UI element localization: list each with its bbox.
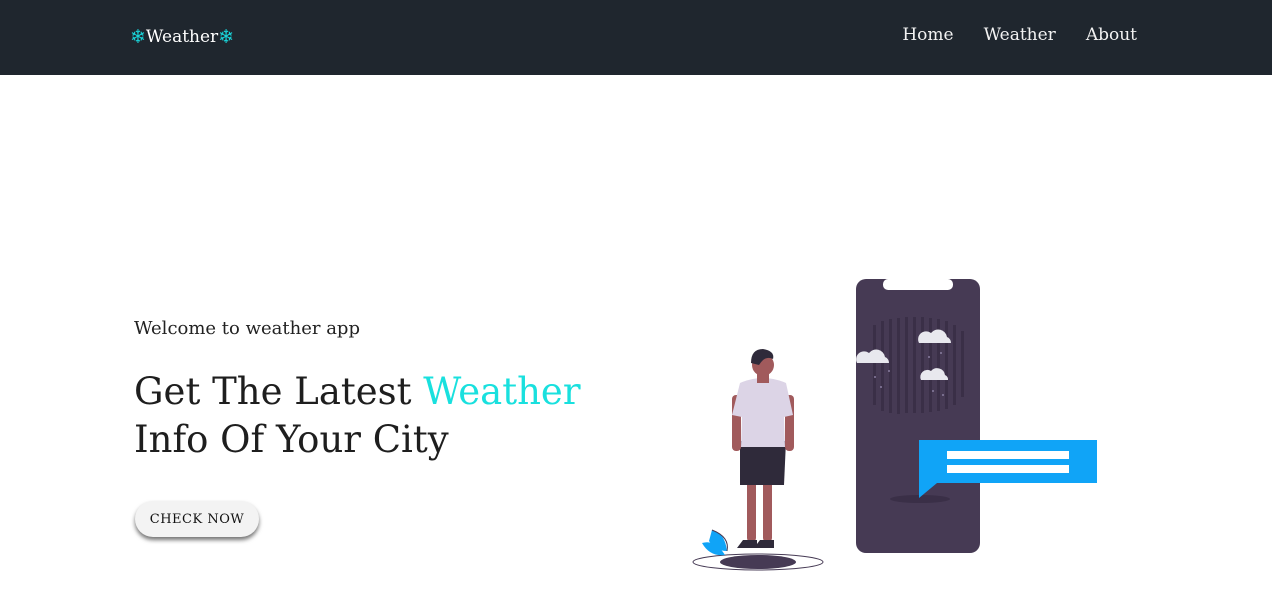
- check-now-button[interactable]: CHECK NOW: [135, 501, 259, 537]
- snowflake-icon: ❄: [130, 25, 146, 48]
- brand-logo[interactable]: ❄ Weather ❄: [130, 24, 234, 50]
- brand-name: Weather: [145, 27, 219, 47]
- ground-shadow: [720, 555, 796, 569]
- man-figure: [732, 349, 794, 548]
- nav-home-link[interactable]: Home: [902, 25, 953, 45]
- phone-notch: [883, 279, 953, 290]
- hero-title-part2: Info Of Your City: [134, 418, 449, 461]
- snowflake-icon: ❄: [218, 25, 235, 48]
- nav-links: Home Weather About: [902, 25, 1137, 45]
- hero-title-part1: Get The Latest: [134, 370, 424, 413]
- message-bubble: [919, 440, 1097, 483]
- phone-body: [856, 279, 980, 553]
- message-line: [947, 465, 1069, 473]
- man-with-phone-weather-illustration: [692, 279, 1097, 571]
- hero-subtitle: Welcome to weather app: [134, 318, 360, 339]
- nav-about-link[interactable]: About: [1086, 25, 1137, 45]
- nav-weather-link[interactable]: Weather: [984, 25, 1056, 45]
- hero-title: Get The Latest Weather Info Of Your City: [134, 368, 581, 464]
- message-line: [947, 451, 1069, 459]
- hero-title-accent: Weather: [423, 370, 581, 413]
- navbar: ❄ Weather ❄ Home Weather About: [0, 0, 1272, 75]
